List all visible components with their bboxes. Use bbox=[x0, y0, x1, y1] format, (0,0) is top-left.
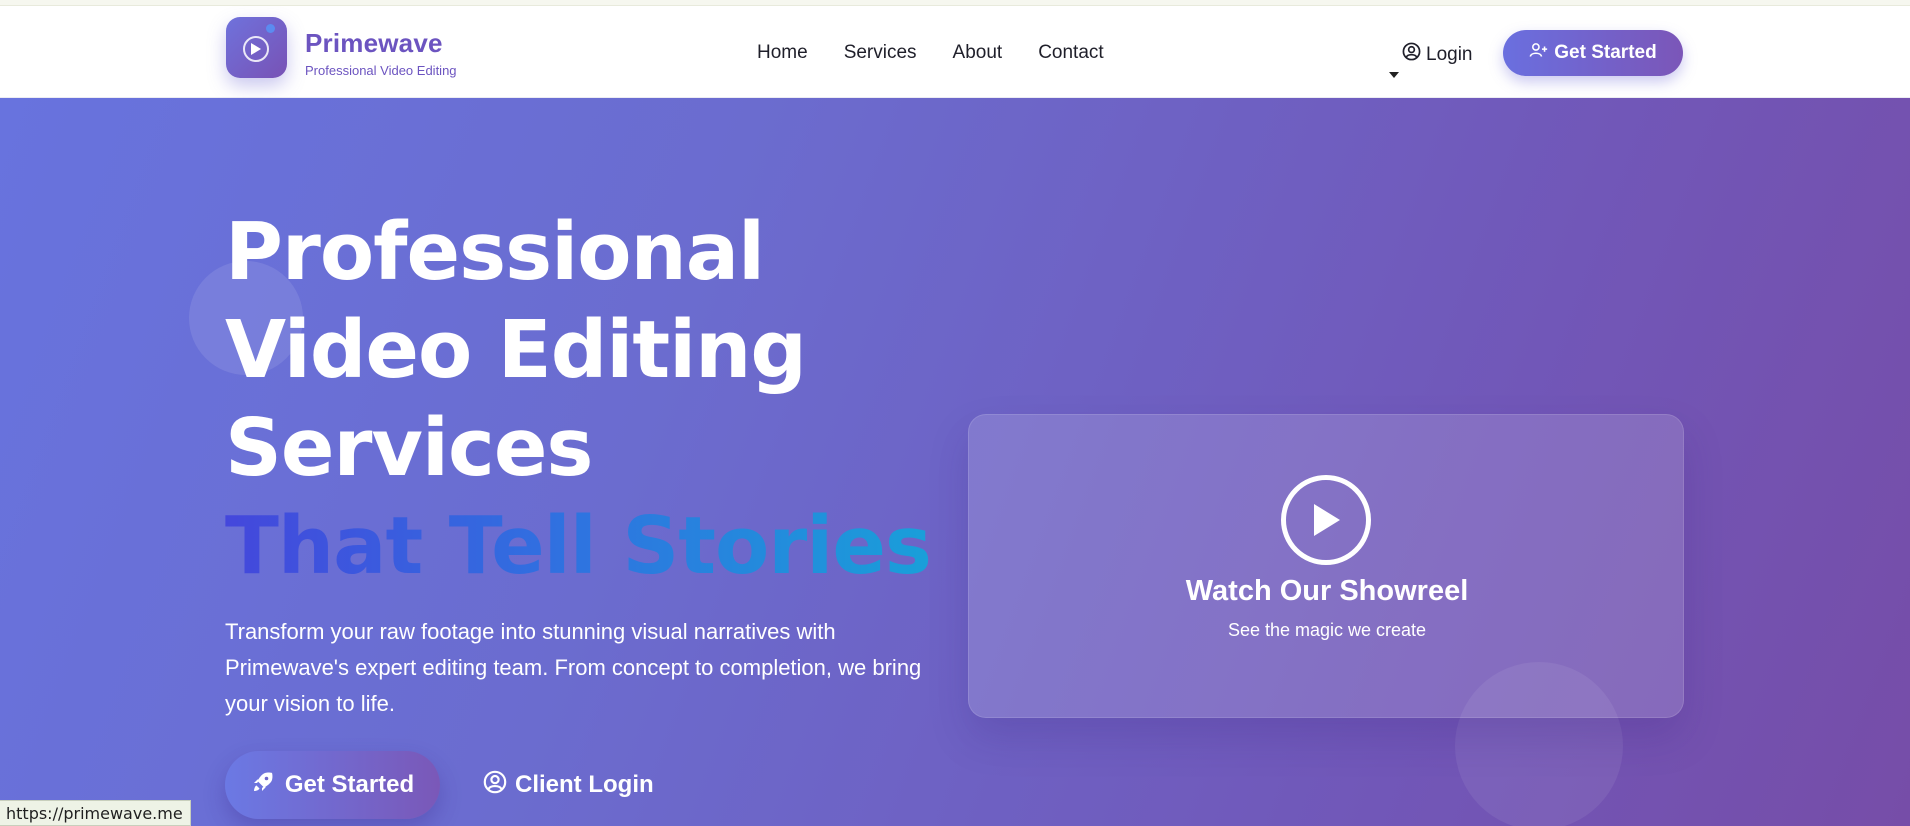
showreel-subtitle: See the magic we create bbox=[1227, 620, 1427, 640]
site-header: Primewave Professional Video Editing Hom… bbox=[0, 6, 1910, 98]
user-circle-icon bbox=[483, 770, 507, 801]
nav-about[interactable]: About bbox=[953, 42, 1003, 72]
logo-dot bbox=[266, 24, 275, 33]
hero-title-gradient-word: Stories bbox=[622, 500, 931, 592]
showreel-card[interactable]: Watch Our Showreel See the magic we crea… bbox=[968, 414, 1684, 718]
play-icon bbox=[243, 36, 269, 62]
hero-title-line: Video Editing bbox=[225, 304, 807, 396]
get-started-hero-label: Get Started bbox=[284, 771, 415, 798]
nav-home[interactable]: Home bbox=[757, 42, 808, 72]
get-started-header-button[interactable]: Get Started bbox=[1503, 30, 1683, 76]
client-login-label: Client Login bbox=[515, 771, 654, 798]
play-icon[interactable] bbox=[1281, 475, 1371, 565]
brand-tagline: Professional Video Editing bbox=[305, 63, 457, 78]
hero-section: Professional Video Editing Services That… bbox=[0, 98, 1910, 826]
logo[interactable] bbox=[226, 17, 287, 78]
user-circle-icon bbox=[1402, 42, 1421, 67]
hero-title-gradient-word: That Tell bbox=[225, 500, 596, 592]
rocket-icon bbox=[251, 770, 275, 801]
nav-contact[interactable]: Contact bbox=[1038, 42, 1103, 72]
showreel-title: Watch Our Showreel bbox=[1185, 575, 1469, 607]
user-plus-icon bbox=[1529, 42, 1548, 64]
login-link[interactable]: Login bbox=[1402, 42, 1473, 67]
login-label: Login bbox=[1426, 43, 1473, 65]
client-login-button[interactable]: Client Login bbox=[483, 761, 654, 809]
main-nav: Home Services About Contact bbox=[757, 42, 1104, 72]
hero-title-gradient-line: That Tell Stories bbox=[225, 497, 985, 595]
caret-down-icon[interactable] bbox=[1389, 72, 1399, 78]
get-started-hero-button[interactable]: Get Started bbox=[225, 751, 440, 819]
hero-title-line: Services bbox=[225, 402, 593, 494]
status-bar-url: https://primewave.me bbox=[0, 800, 191, 826]
nav-services[interactable]: Services bbox=[844, 42, 917, 72]
hero-description: Transform your raw footage into stunning… bbox=[225, 619, 922, 716]
hero-title: Professional Video Editing Services That… bbox=[225, 203, 985, 595]
brand-name[interactable]: Primewave bbox=[305, 28, 443, 59]
get-started-header-label: Get Started bbox=[1554, 42, 1657, 63]
hero-title-line: Professional bbox=[225, 206, 765, 298]
